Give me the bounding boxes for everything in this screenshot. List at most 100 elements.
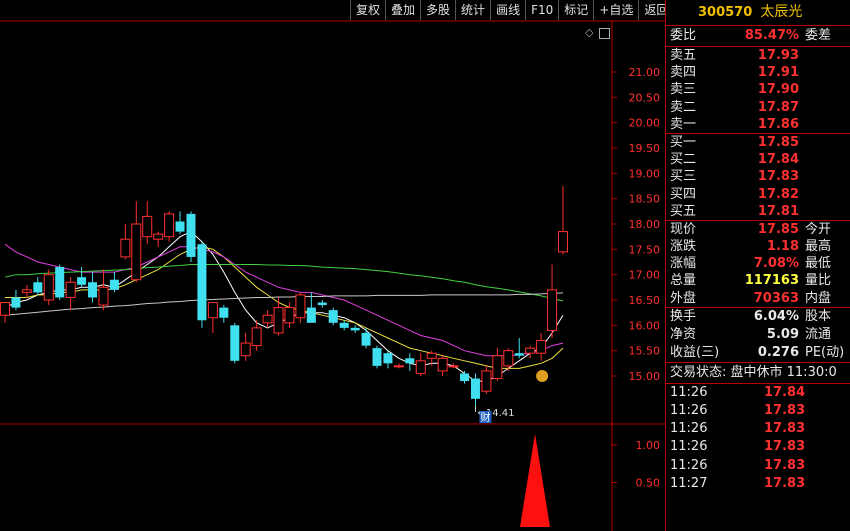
row-label: 总量: [670, 273, 697, 289]
candle-body-up: [65, 281, 76, 298]
row-value: 17.86: [757, 116, 799, 132]
toolbar-button-4[interactable]: 画线: [490, 0, 526, 20]
row-value: 1.18: [766, 239, 799, 255]
stats-rows-row: 外盘 70363 内盘: [666, 290, 850, 307]
candle-body-down: [33, 282, 43, 293]
row-label: 换手: [670, 308, 697, 324]
row-value: 5.09: [766, 326, 799, 342]
candle-body-up: [448, 365, 459, 368]
tick-time: 11:26: [670, 457, 708, 473]
row-value: 70363: [753, 290, 799, 306]
price-tick-label: 17.00: [629, 269, 661, 282]
candle-body-up: [547, 289, 558, 331]
toolbar-button-2[interactable]: 多股: [420, 0, 456, 20]
row-label-secondary: PE(动): [805, 344, 845, 360]
candle-body-up: [426, 352, 437, 359]
ma-line-0: [4, 231, 564, 382]
row-label-secondary: 内盘: [805, 290, 832, 306]
stock-name: 太辰光: [760, 4, 803, 20]
candle-body-up: [284, 307, 295, 324]
row-value: 17.81: [757, 203, 799, 219]
tick-price: 17.83: [764, 439, 806, 455]
bid-rows-row: 买五 17.81: [666, 203, 850, 220]
price-tick-label: 16.00: [629, 319, 661, 332]
row-label-secondary: 委差: [805, 28, 832, 43]
candle-body-down: [405, 358, 415, 364]
trade-status: 交易状态: 盘中休市 11:30:0: [666, 361, 850, 384]
row-label: 收益(三): [670, 344, 720, 360]
candle-body-down: [11, 297, 21, 308]
candle-body-up: [437, 357, 448, 372]
price-tick-label: 15.00: [629, 370, 661, 383]
fin-rows-row: 收益(三) 0.276 PE(动): [666, 344, 850, 362]
ma-line-2: [4, 243, 564, 357]
row-value: 7.08%: [753, 256, 799, 272]
row-value: 6.04%: [753, 308, 799, 324]
candle-body-down: [514, 353, 524, 356]
row-label: 外盘: [670, 290, 697, 306]
row-label: 卖二: [670, 99, 697, 115]
candle-body-down: [88, 282, 98, 298]
row-value: 85.47%: [744, 28, 799, 43]
toolbar-button-1[interactable]: 叠加: [385, 0, 421, 20]
tick-price: 17.83: [764, 457, 806, 473]
tick-price: 17.83: [764, 475, 806, 491]
stats-rows-row: 总量 117163 量比: [666, 272, 850, 289]
tick-time: 11:26: [670, 403, 708, 418]
candle-body-down: [175, 221, 185, 232]
candle-body-up: [481, 370, 492, 392]
row-label: 买四: [670, 186, 697, 202]
stats-rows-row: 涨幅 7.08% 最低: [666, 255, 850, 272]
kline-chart[interactable]: 21.00 20.50 20.00 19.50 19.00 18.50 18.00 17.50…: [0, 0, 665, 531]
candle-body-up: [207, 302, 218, 319]
price-tick-label: 20.50: [629, 91, 661, 104]
candle-body-down: [219, 307, 229, 318]
candle-body-down: [470, 378, 480, 399]
ask-rows-section: 卖五 17.93 卖四 17.91 卖三 17.90 卖二 17.87 卖一 17.86: [666, 46, 850, 133]
candle-body-down: [328, 310, 338, 323]
candle-body-up: [536, 340, 547, 354]
row-label: 现价: [670, 221, 697, 237]
candle-body-down: [197, 244, 207, 321]
candle-body-up: [164, 213, 175, 238]
stats-rows-row: 涨跌 1.18 最高: [666, 238, 850, 255]
bid-rows-row: 买一 17.85: [666, 134, 850, 151]
tick-row: 11:26 17.83: [666, 438, 850, 456]
ask-rows-row: 卖一 17.86: [666, 116, 850, 133]
window-restore-icon[interactable]: [599, 28, 611, 39]
toolbar-button-7[interactable]: +自选: [593, 0, 639, 20]
tick-row: 11:27 17.83: [666, 475, 850, 493]
candle-body-up: [142, 215, 153, 238]
row-label: 卖三: [670, 82, 697, 98]
row-value: 17.93: [757, 48, 799, 63]
toolbar-button-5[interactable]: F10: [525, 0, 559, 20]
quote-panel: 300570 太辰光 委比 85.47% 委差 卖五 17.93 卖四 17.91 卖三 17…: [665, 0, 850, 531]
candle-body-up: [295, 294, 306, 319]
tick-time: 11:27: [670, 475, 708, 491]
price-tick-label: 19.00: [629, 167, 661, 180]
candle-body-up: [21, 289, 32, 293]
candle-body-up: [131, 223, 142, 281]
row-value: 117163: [744, 273, 799, 289]
tick-row: 11:26 17.83: [666, 402, 850, 420]
tick-row: 11:26 17.84: [666, 384, 850, 402]
row-value: 0.276: [757, 344, 799, 360]
toolbar-button-3[interactable]: 统计: [455, 0, 491, 20]
candle-body-down: [55, 267, 65, 298]
fin-rows-section: 换手 6.04% 股本 净资 5.09 流通 收益(三) 0.276 PE(动): [666, 306, 850, 362]
price-tick-label: 18.00: [629, 218, 661, 231]
candle-body-down: [372, 348, 382, 366]
candle-body-down: [230, 325, 240, 361]
candle-body-up: [393, 365, 404, 368]
candle-body-down: [383, 353, 393, 364]
row-value: 17.91: [757, 65, 799, 81]
diamond-icon[interactable]: ◇: [585, 26, 593, 39]
candle-body-down: [361, 332, 371, 346]
candle-body-up: [415, 360, 426, 374]
toolbar-button-6[interactable]: 标记: [558, 0, 594, 20]
volume-peak-shape: [520, 433, 550, 527]
toolbar-button-0[interactable]: 复权: [350, 0, 386, 20]
row-label-secondary: 流通: [805, 326, 832, 342]
row-value: 17.83: [757, 169, 799, 185]
candle-body-down: [109, 279, 119, 290]
